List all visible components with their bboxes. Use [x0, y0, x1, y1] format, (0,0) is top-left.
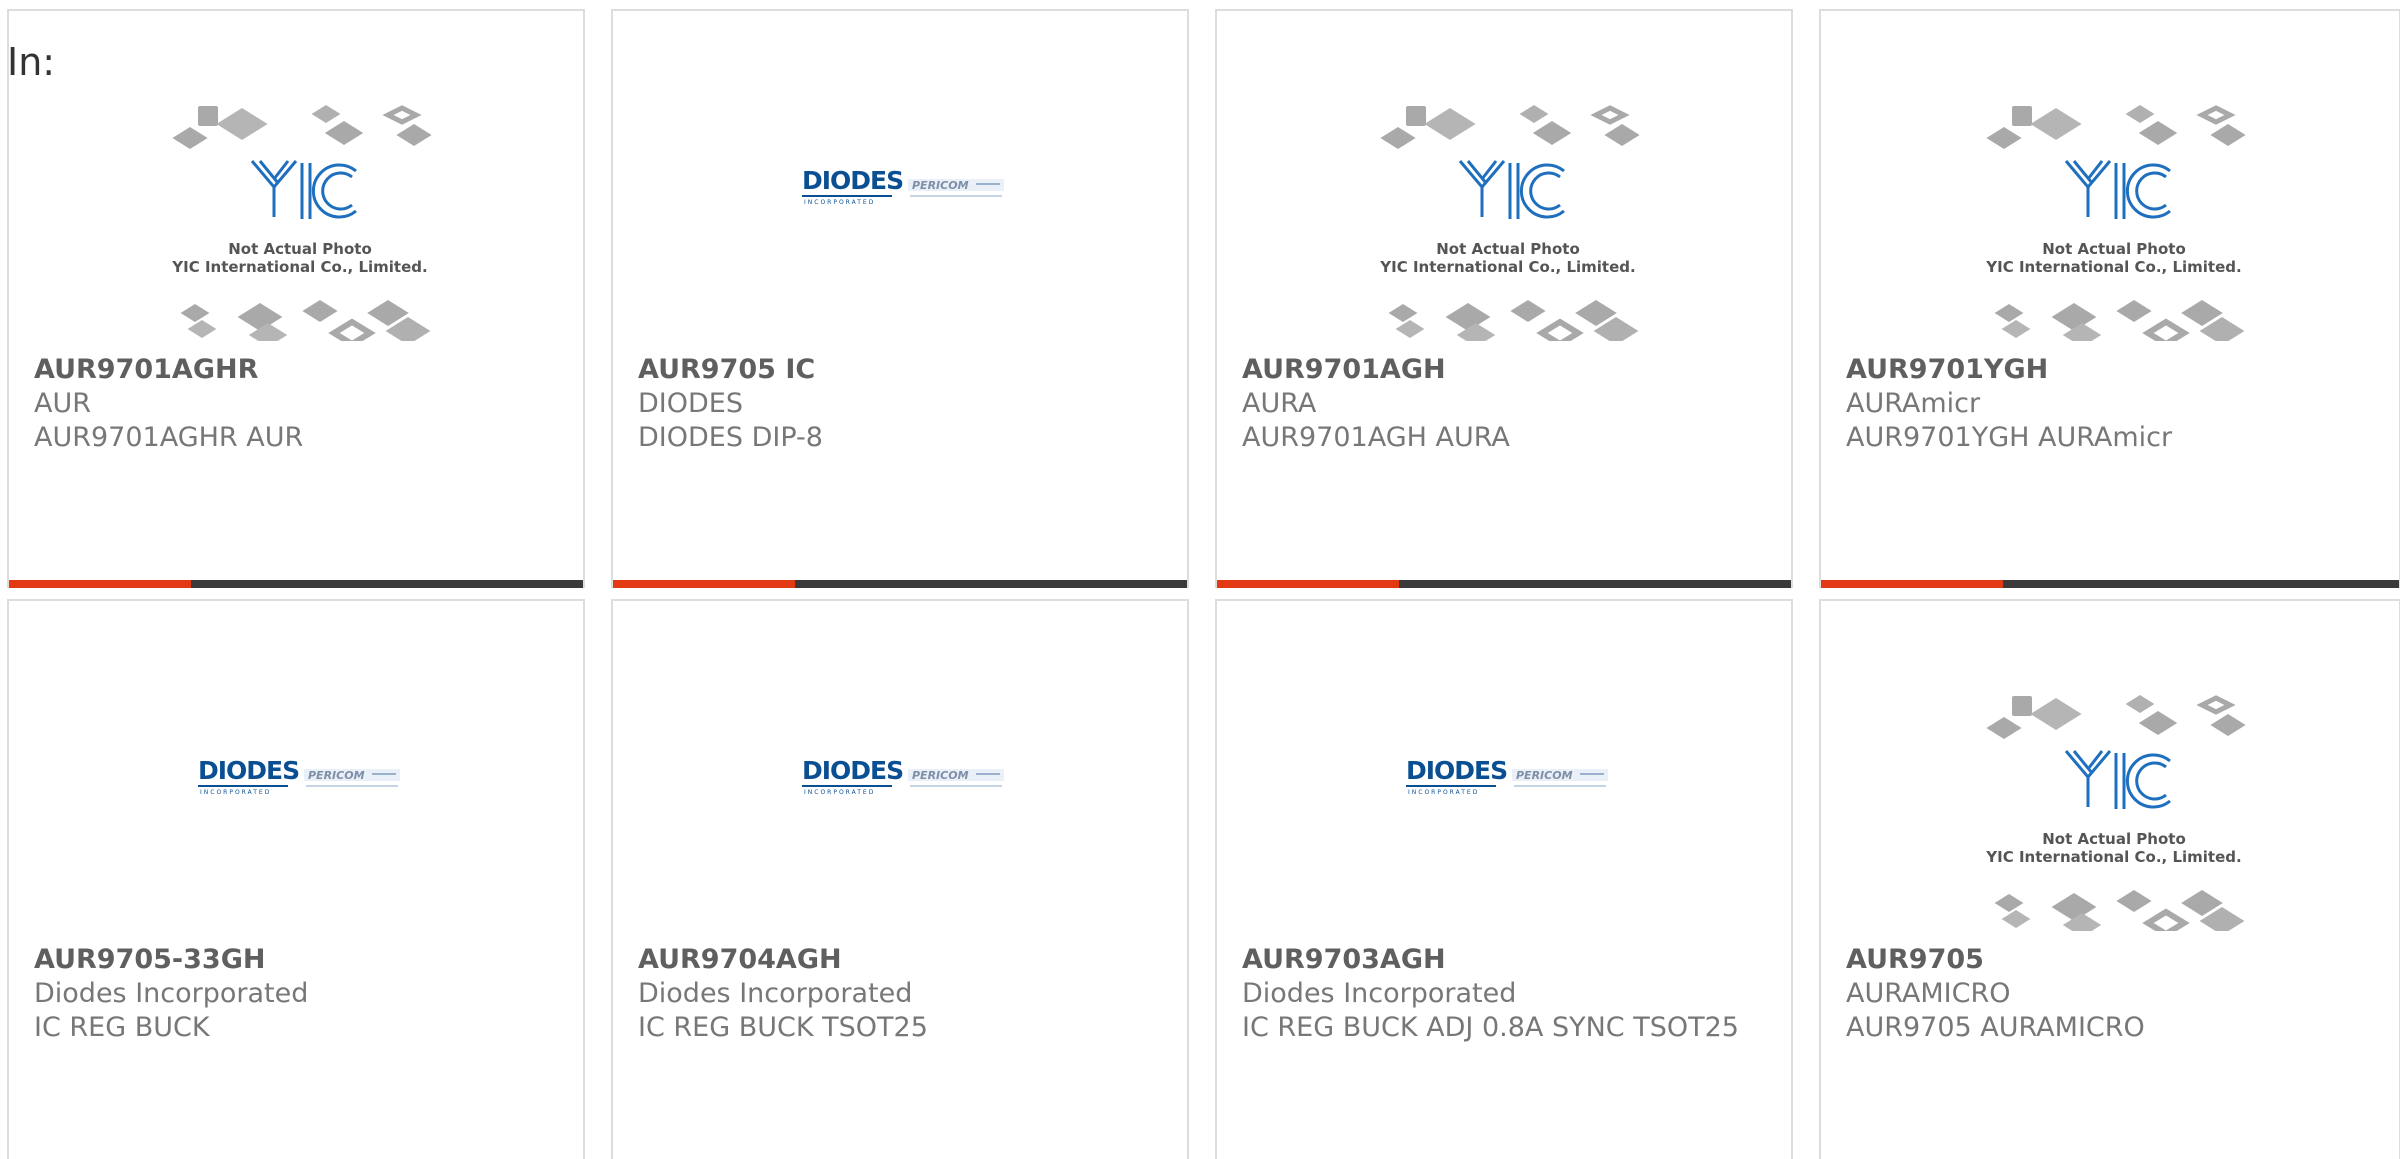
description: AUR9701YGH AURAmicr [1846, 422, 2173, 453]
product-card[interactable]: Not Actual Photo YIC International Co., … [1819, 9, 2400, 588]
part-number[interactable]: AUR9704AGH [638, 943, 1167, 977]
diodes-logo-icon: DIODES INCORPORATED PERICOM [1406, 756, 1608, 796]
card-bar [1217, 580, 1791, 588]
chip-icons-bottom [1994, 300, 2245, 341]
diodes-logo-icon: DIODES INCORPORATED PERICOM [802, 166, 1004, 206]
chip-icons-top [1380, 105, 1640, 149]
manufacturer: AURAmicr [1846, 388, 1981, 419]
chip-icons-top [1986, 105, 2246, 149]
description: AUR9701AGHR AUR [34, 422, 304, 453]
svg-text:INCORPORATED: INCORPORATED [804, 199, 875, 206]
svg-text:DIODES: DIODES [198, 756, 299, 785]
product-card[interactable]: Not Actual Photo YIC International Co., … [7, 9, 585, 588]
card-accent [1821, 580, 2003, 588]
svg-text:DIODES: DIODES [1406, 756, 1507, 785]
manufacturer: Diodes Incorporated [34, 978, 309, 1009]
svg-text:YIC International Co., Limited: YIC International Co., Limited. [1985, 848, 2241, 866]
diodes-logo-icon: DIODES INCORPORATED PERICOM [802, 756, 1004, 796]
yic-logo-icon [2064, 160, 2171, 219]
svg-text:PERICOM: PERICOM [912, 769, 969, 782]
svg-text:Not Actual Photo: Not Actual Photo [1436, 240, 1580, 258]
card-accent [9, 580, 191, 588]
product-card[interactable]: DIODES INCORPORATED PERICOM AUR9705-33GH… [7, 599, 585, 1159]
manufacturer: Diodes Incorporated [638, 978, 913, 1009]
manufacturer: AUR [34, 388, 91, 419]
part-number[interactable]: AUR9701YGH [1846, 353, 2379, 387]
svg-text:PERICOM: PERICOM [308, 769, 365, 782]
chip-icons-bottom [180, 300, 431, 341]
svg-text:YIC International Co., Limited: YIC International Co., Limited. [171, 258, 427, 276]
product-card[interactable]: DIODES INCORPORATED PERICOM AUR9704AGH D… [611, 599, 1189, 1159]
part-number[interactable]: AUR9701AGH [1242, 353, 1771, 387]
description: AUR9705 AURAMICRO [1846, 1012, 2145, 1043]
description: IC REG BUCK [34, 1012, 210, 1043]
in-label: In: [7, 40, 56, 84]
description: IC REG BUCK TSOT25 [638, 1012, 928, 1043]
card-bar [9, 580, 583, 588]
product-card[interactable]: Not Actual Photo YIC International Co., … [1215, 9, 1793, 588]
svg-text:YIC International Co., Limited: YIC International Co., Limited. [1985, 258, 2241, 276]
chip-icons-top [172, 105, 432, 149]
chip-icons-bottom [1388, 300, 1639, 341]
product-card[interactable]: Not Actual Photo YIC International Co., … [1819, 599, 2400, 1159]
card-accent [1217, 580, 1399, 588]
manufacturer: Diodes Incorporated [1242, 978, 1517, 1009]
svg-text:INCORPORATED: INCORPORATED [804, 789, 875, 796]
product-card[interactable]: DIODES INCORPORATED PERICOM AUR9703AGH D… [1215, 599, 1793, 1159]
description: DIODES DIP-8 [638, 422, 823, 453]
card-bar [1821, 580, 2399, 588]
manufacturer: AURAMICRO [1846, 978, 2011, 1009]
part-number[interactable]: AUR9705 [1846, 943, 2379, 977]
part-number[interactable]: AUR9705-33GH [34, 943, 563, 977]
svg-text:YIC International Co., Limited: YIC International Co., Limited. [1379, 258, 1635, 276]
description: AUR9701AGH AURA [1242, 422, 1510, 453]
diodes-logo-icon: DIODES INCORPORATED PERICOM [198, 756, 400, 796]
yic-logo-icon [1458, 160, 1565, 219]
description: IC REG BUCK ADJ 0.8A SYNC TSOT25 [1242, 1012, 1739, 1043]
svg-text:INCORPORATED: INCORPORATED [1408, 789, 1479, 796]
svg-text:Not Actual Photo: Not Actual Photo [2042, 830, 2186, 848]
chip-icons-top [1986, 695, 2246, 739]
product-card[interactable]: DIODES INCORPORATED PERICOM AUR9705 IC D… [611, 9, 1189, 588]
manufacturer: DIODES [638, 388, 743, 419]
manufacturer: AURA [1242, 388, 1317, 419]
svg-text:Not Actual Photo: Not Actual Photo [2042, 240, 2186, 258]
part-number[interactable]: AUR9701AGHR [34, 353, 563, 387]
yic-logo-icon [2064, 750, 2171, 809]
svg-text:INCORPORATED: INCORPORATED [200, 789, 271, 796]
svg-text:PERICOM: PERICOM [1516, 769, 1573, 782]
part-number[interactable]: AUR9703AGH [1242, 943, 1771, 977]
svg-text:DIODES: DIODES [802, 166, 903, 195]
part-number[interactable]: AUR9705 IC [638, 353, 1167, 387]
card-accent [613, 580, 795, 588]
svg-text:DIODES: DIODES [802, 756, 903, 785]
svg-text:PERICOM: PERICOM [912, 179, 969, 192]
card-bar [613, 580, 1187, 588]
yic-logo-icon [250, 160, 357, 219]
svg-text:Not Actual Photo: Not Actual Photo [228, 240, 372, 258]
chip-icons-bottom [1994, 890, 2245, 931]
